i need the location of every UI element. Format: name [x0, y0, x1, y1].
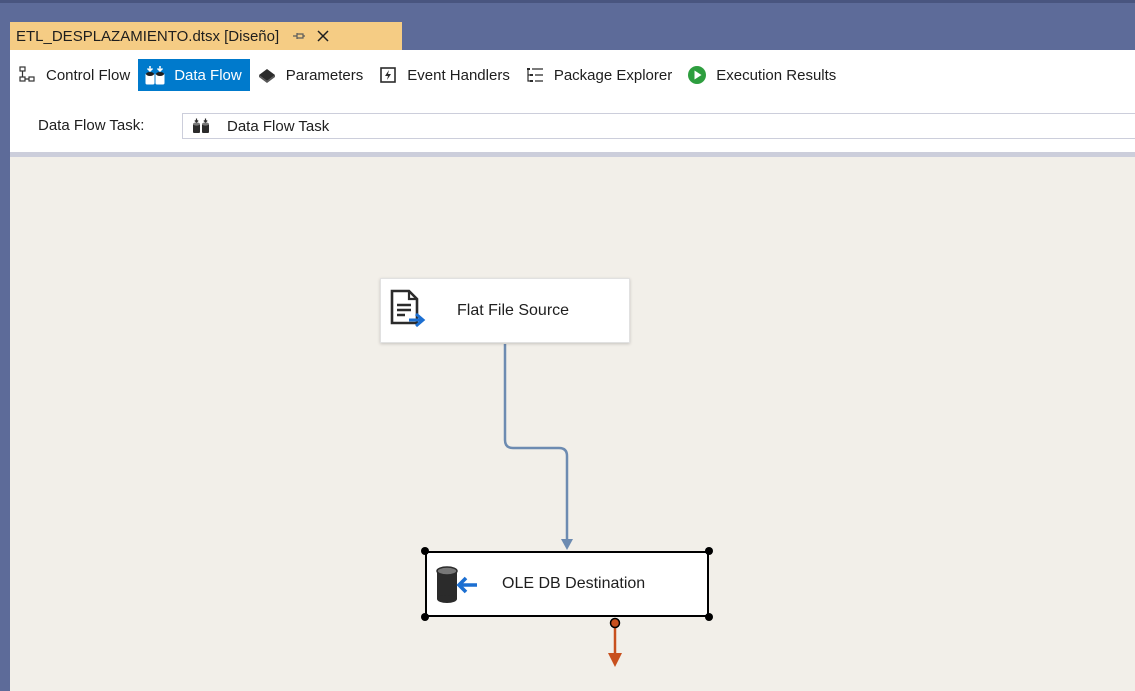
tab-control-flow[interactable]: Control Flow — [10, 59, 138, 91]
event-handlers-icon — [377, 64, 399, 86]
data-flow-canvas[interactable]: Flat File Source OLE DB Destination — [10, 157, 1135, 691]
tab-execution-results[interactable]: Execution Results — [680, 59, 844, 91]
selection-handle[interactable] — [705, 547, 713, 555]
tab-package-explorer[interactable]: Package Explorer — [518, 59, 680, 91]
tab-execution-results-label: Execution Results — [716, 66, 837, 84]
selection-handle[interactable] — [421, 613, 429, 621]
control-flow-icon — [16, 64, 38, 86]
designer-tab-bar: Control Flow Data Flow Parameters Event … — [10, 59, 844, 93]
tab-package-explorer-label: Package Explorer — [553, 66, 673, 84]
tab-event-handlers[interactable]: Event Handlers — [371, 59, 518, 91]
package-explorer-icon — [524, 64, 546, 86]
data-flow-task-icon — [191, 117, 211, 135]
ole-db-destination-component[interactable]: OLE DB Destination — [421, 547, 713, 621]
document-tab-title: ETL_DESPLAZAMIENTO.dtsx [Diseño] — [16, 27, 280, 45]
selection-handle[interactable] — [421, 547, 429, 555]
error-output-port[interactable] — [609, 617, 621, 629]
data-flow-task-label: Data Flow Task: — [38, 117, 145, 134]
document-tab[interactable]: ETL_DESPLAZAMIENTO.dtsx [Diseño] — [10, 22, 402, 50]
close-icon[interactable] — [315, 28, 331, 44]
data-flow-task-value: Data Flow Task — [227, 117, 330, 135]
tab-data-flow[interactable]: Data Flow — [138, 59, 250, 91]
error-output-arrowhead — [608, 653, 622, 667]
data-flow-task-row: Data Flow Task: Data Flow Task — [10, 113, 1135, 139]
tab-event-handlers-label: Event Handlers — [407, 66, 510, 84]
tab-parameters[interactable]: Parameters — [250, 59, 372, 91]
ole-db-destination-label: OLE DB Destination — [502, 575, 646, 592]
designer-toolbar: Control Flow Data Flow Parameters Event … — [10, 50, 1135, 152]
flat-file-source-icon — [390, 289, 426, 328]
selection-handle[interactable] — [705, 613, 713, 621]
data-path-arrowhead — [561, 539, 573, 550]
data-flow-icon — [144, 64, 166, 86]
document-tab-strip: ETL_DESPLAZAMIENTO.dtsx [Diseño] — [0, 0, 1135, 50]
tab-control-flow-label: Control Flow — [46, 66, 131, 84]
tab-strip-top-border — [0, 0, 1135, 3]
execution-results-icon — [686, 64, 708, 86]
flat-file-source-component[interactable]: Flat File Source — [380, 278, 630, 343]
data-flow-task-dropdown[interactable]: Data Flow Task — [182, 113, 1135, 139]
tab-data-flow-label: Data Flow — [174, 66, 242, 84]
ole-db-destination-icon — [436, 566, 477, 603]
parameters-icon — [256, 64, 278, 86]
pin-icon[interactable] — [291, 28, 307, 44]
flat-file-source-label: Flat File Source — [457, 302, 570, 319]
tab-parameters-label: Parameters — [285, 66, 364, 84]
data-path-connector[interactable] — [503, 344, 569, 539]
package-designer: Control Flow Data Flow Parameters Event … — [10, 50, 1135, 691]
